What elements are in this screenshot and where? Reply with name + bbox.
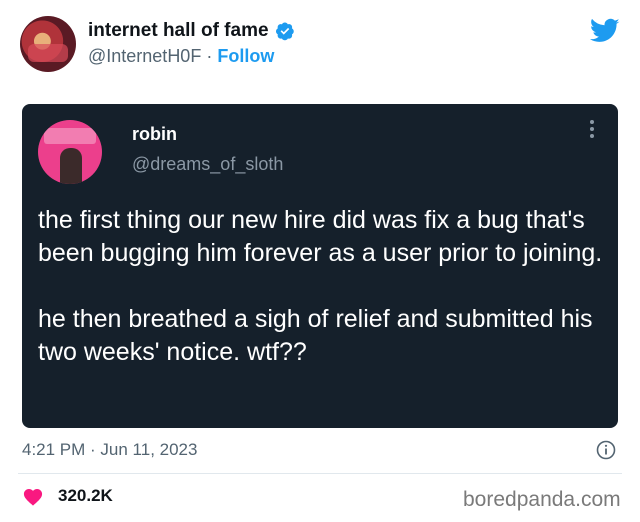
watermark: boredpanda.com [463, 488, 621, 511]
twitter-bird-icon[interactable] [590, 18, 620, 44]
quoted-avatar[interactable] [38, 120, 102, 184]
tweet-timestamp[interactable]: 4:21 PM · Jun 11, 2023 [22, 440, 197, 460]
quoted-tweet-text: the first thing our new hire did was fix… [38, 206, 603, 366]
quoted-tweet-card[interactable]: robin @dreams_of_sloth the first thing o… [22, 104, 618, 428]
quoted-name[interactable]: robin [132, 124, 177, 145]
info-icon[interactable] [596, 440, 616, 460]
author-display-name[interactable]: internet hall of fame [88, 20, 295, 42]
author-name-text: internet hall of fame [88, 20, 269, 41]
heart-icon[interactable] [22, 486, 44, 506]
like-action[interactable]: 320.2K [22, 486, 113, 506]
divider [18, 473, 622, 474]
like-count: 320.2K [58, 486, 113, 505]
author-avatar[interactable] [20, 16, 76, 72]
quoted-handle[interactable]: @dreams_of_sloth [132, 154, 283, 175]
verified-badge-icon [275, 22, 294, 41]
author-handle-row: @InternetH0F · Follow [88, 46, 274, 67]
follow-button[interactable]: Follow [217, 46, 274, 66]
author-handle[interactable]: @InternetH0F [88, 46, 201, 66]
more-dots-icon[interactable] [587, 118, 597, 142]
handle-separator: · [201, 46, 218, 66]
